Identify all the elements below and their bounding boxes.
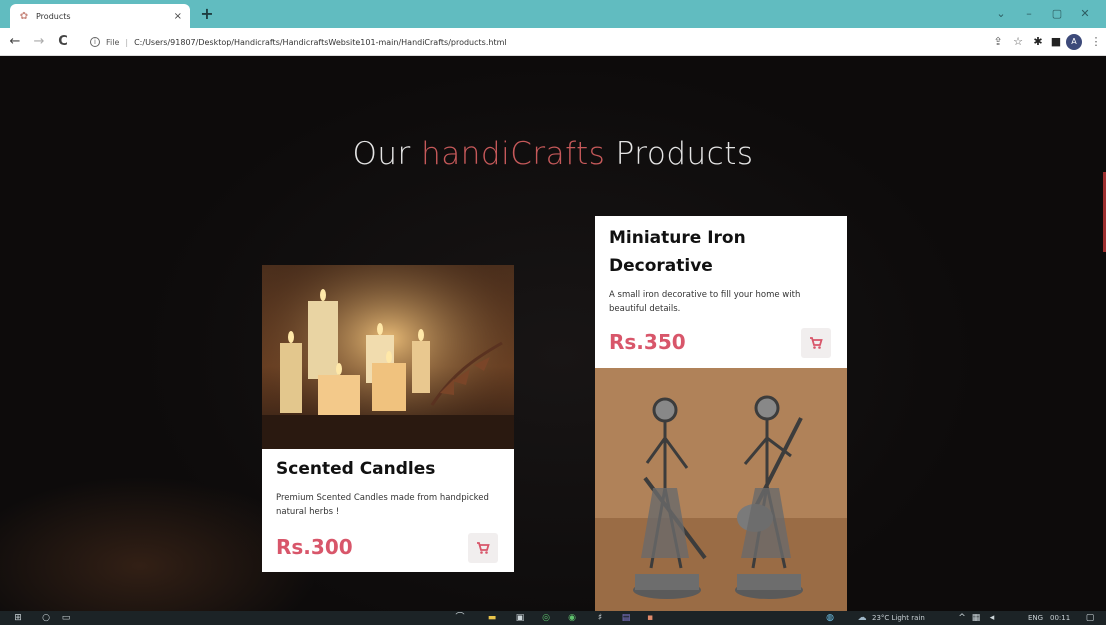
windows-start-icon[interactable]: ⊞: [12, 612, 24, 624]
iron-figurines-photo: [595, 368, 847, 611]
taskbar-app-icon[interactable]: ⌒: [454, 612, 466, 624]
reload-icon[interactable]: C: [54, 33, 72, 51]
cart-icon: [477, 542, 490, 554]
product-description: A small iron decorative to fill your hom…: [609, 290, 801, 314]
vscode-icon[interactable]: ▤: [620, 612, 632, 624]
weather-text: 23°C Light rain: [872, 614, 925, 622]
add-to-cart-button[interactable]: [468, 533, 498, 563]
edge-icon[interactable]: ◍: [824, 612, 836, 624]
whatsapp-icon[interactable]: ◉: [566, 612, 578, 624]
product-title: Miniature Iron Decorative: [609, 228, 746, 276]
os-taskbar: ⊞ ○ ▭ ⌒ ▬ ▣ ◎ ◉ ♯ ▤ ▪ ◍ ☁ 23°C Light rai…: [0, 611, 1106, 625]
add-to-cart-button[interactable]: [801, 328, 831, 358]
chrome-icon[interactable]: ◎: [540, 612, 552, 624]
product-card-candles[interactable]: Scented Candles Premium Scented Candles …: [262, 265, 514, 572]
product-description: Premium Scented Candles made from handpi…: [276, 493, 489, 517]
favicon-icon: ✿: [19, 10, 29, 22]
browser-tabstrip: ✿ Products × + ⌄ – ▢ ✕: [0, 0, 1106, 28]
product-card-iron-decorative[interactable]: Miniature Iron Decorative A small iron d…: [595, 216, 847, 611]
new-tab-button[interactable]: +: [198, 5, 216, 23]
page-title: Our handiCrafts Products: [0, 136, 1106, 172]
app-icon[interactable]: ♯: [594, 612, 606, 624]
bookmark-star-icon[interactable]: ☆: [1010, 34, 1026, 50]
network-icon[interactable]: ▦: [970, 612, 982, 624]
product-price: Rs.350: [609, 330, 686, 354]
file-explorer-icon[interactable]: ▬: [486, 612, 498, 624]
tab-title: Products: [36, 11, 71, 21]
tray-chevron-icon[interactable]: ^: [956, 612, 968, 624]
maximize-icon[interactable]: ▢: [1044, 4, 1070, 24]
browser-toolbar: ← → C i File | C:/Users/91807/Desktop/Ha…: [0, 28, 1106, 56]
store-icon[interactable]: ▣: [514, 612, 526, 624]
side-panel-icon[interactable]: ■: [1048, 34, 1064, 50]
share-icon[interactable]: ⇪: [990, 34, 1006, 50]
candles-photo: [262, 265, 514, 449]
url-separator: |: [125, 37, 129, 47]
weather-icon: ☁: [857, 613, 867, 623]
info-icon[interactable]: i: [90, 37, 100, 47]
minimize-icon[interactable]: –: [1016, 4, 1042, 24]
title-prefix: Our: [352, 136, 422, 172]
app-icon-active[interactable]: ▪: [644, 612, 656, 624]
title-suffix: Products: [605, 136, 754, 172]
clock[interactable]: 00:11: [1050, 612, 1070, 624]
product-title: Scented Candles: [276, 459, 436, 479]
candles-photo-illustration: [262, 265, 514, 449]
product-price: Rs.300: [276, 535, 353, 559]
tab-close-icon[interactable]: ×: [174, 11, 182, 22]
close-window-icon[interactable]: ✕: [1072, 4, 1098, 24]
address-bar[interactable]: i File | C:/Users/91807/Desktop/Handicra…: [82, 32, 982, 52]
language-indicator[interactable]: ENG: [1028, 612, 1043, 624]
cart-icon: [810, 337, 823, 349]
forward-icon[interactable]: →: [30, 33, 48, 51]
profile-avatar[interactable]: A: [1066, 34, 1082, 50]
title-accent: handiCrafts: [421, 136, 606, 172]
browser-tab-products[interactable]: ✿ Products ×: [10, 4, 190, 28]
notifications-icon[interactable]: ▢: [1084, 612, 1096, 624]
volume-icon[interactable]: ◂: [986, 612, 998, 624]
extensions-icon[interactable]: ✱: [1030, 34, 1046, 50]
tab-search-icon[interactable]: ⌄: [988, 4, 1014, 24]
url-text[interactable]: C:/Users/91807/Desktop/Handicrafts/Handi…: [134, 38, 507, 47]
url-scheme: File: [106, 37, 120, 47]
iron-figurines-illustration: [595, 368, 847, 611]
menu-kebab-icon[interactable]: ⋮: [1088, 34, 1104, 50]
back-icon[interactable]: ←: [6, 33, 24, 51]
search-icon[interactable]: ○: [40, 612, 52, 624]
products-page: Our handiCrafts Products Scented Candles…: [0, 56, 1106, 611]
task-view-icon[interactable]: ▭: [60, 612, 72, 624]
